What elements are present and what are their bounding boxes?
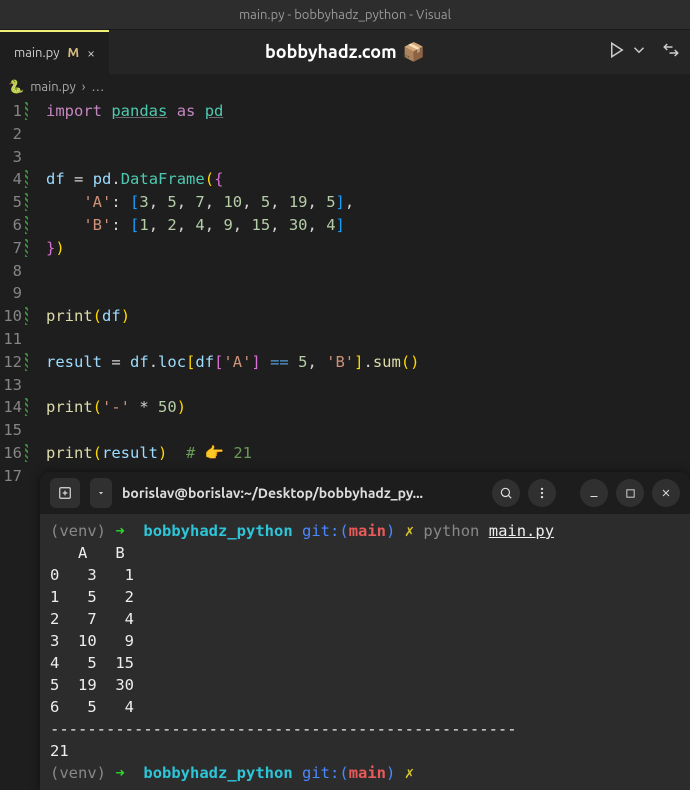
new-tab-button[interactable] xyxy=(50,478,80,508)
window-title: main.py - bobbyhadz_python - Visual xyxy=(239,8,451,22)
maximize-icon[interactable] xyxy=(616,479,644,507)
terminal-title: borislav@borislav:~/Desktop/bobbyhadz_py… xyxy=(122,485,423,501)
terminal-header[interactable]: borislav@borislav:~/Desktop/bobbyhadz_py… xyxy=(40,472,690,514)
search-icon[interactable] xyxy=(492,479,520,507)
python-file-icon: 🐍 xyxy=(8,80,24,95)
compare-icon[interactable] xyxy=(662,41,680,63)
line-gutter: 1 2 3 4 5 6 7 8 9 10 11 12 13 14 15 16 1… xyxy=(0,100,32,488)
menu-icon[interactable] xyxy=(528,479,556,507)
terminal-window: borislav@borislav:~/Desktop/bobbyhadz_py… xyxy=(40,472,690,790)
tab-modified-marker: M xyxy=(68,46,80,60)
breadcrumb-file: main.py xyxy=(30,80,76,94)
tab-filename: main.py xyxy=(14,46,60,60)
close-icon[interactable]: × xyxy=(87,45,95,61)
tab-row: main.py M × bobbyhadz.com 📦 xyxy=(0,30,690,74)
code-content[interactable]: import pandas as pd df = pd.DataFrame({ … xyxy=(32,100,690,488)
breadcrumb-more: … xyxy=(91,80,104,94)
minimize-icon[interactable] xyxy=(580,479,608,507)
code-editor[interactable]: 1 2 3 4 5 6 7 8 9 10 11 12 13 14 15 16 1… xyxy=(0,100,690,488)
chevron-down-icon[interactable] xyxy=(630,41,648,63)
window-title-bar: main.py - bobbyhadz_python - Visual xyxy=(0,0,690,30)
breadcrumb[interactable]: 🐍 main.py › … xyxy=(0,74,690,100)
chevron-right-icon: › xyxy=(82,80,86,94)
tab-main-py[interactable]: main.py M × xyxy=(0,30,109,74)
terminal-output[interactable]: (venv) ➜ bobbyhadz_python git:(main) ✗ p… xyxy=(40,514,690,790)
site-label: bobbyhadz.com 📦 xyxy=(265,42,425,63)
box-icon: 📦 xyxy=(403,42,425,63)
tab-dropdown-button[interactable] xyxy=(90,478,112,508)
close-terminal-icon[interactable] xyxy=(652,479,680,507)
run-icon[interactable] xyxy=(608,41,626,63)
